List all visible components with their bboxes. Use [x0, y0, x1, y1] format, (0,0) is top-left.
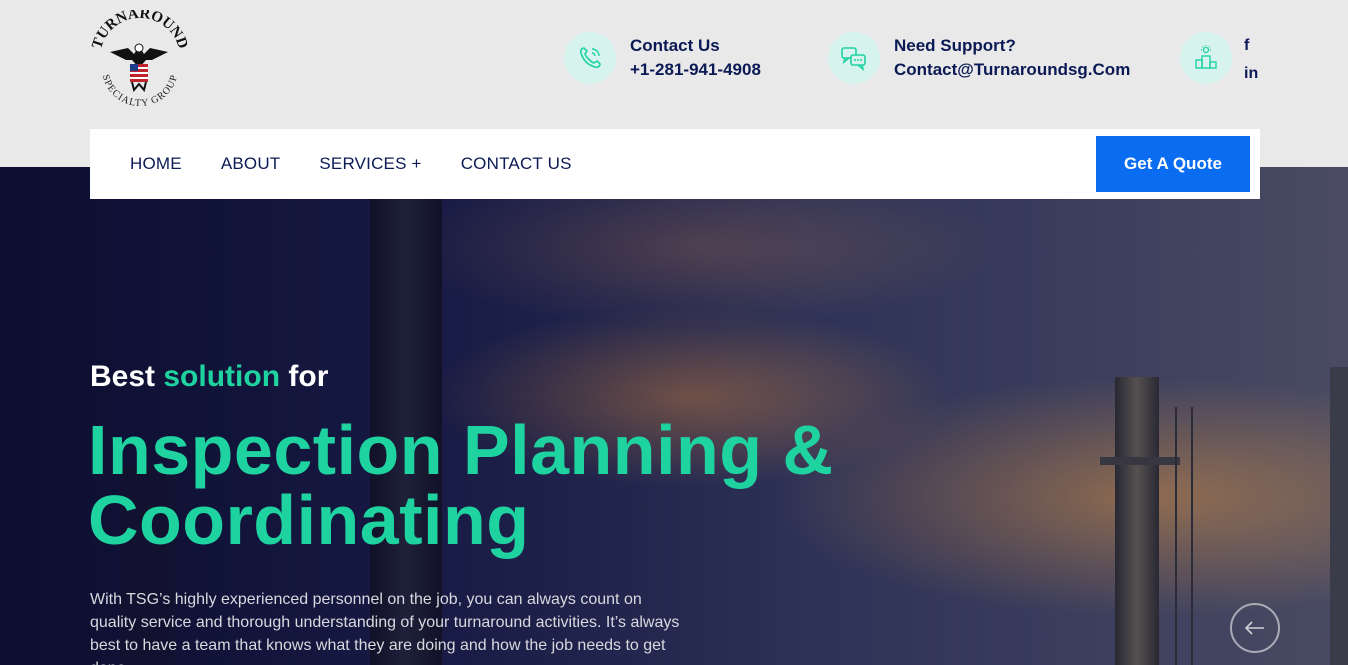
hero-banner: Best solution for Inspection Planning & … [0, 167, 1348, 665]
hero-kicker-part2: for [288, 360, 329, 393]
nav-item-about[interactable]: ABOUT [221, 154, 281, 174]
company-logo[interactable]: TURNAROUND SPECIALTY GROUP [88, 6, 191, 114]
contact-support-block[interactable]: Need Support? Contact@Turnaroundsg.Com [828, 32, 1130, 84]
contact-phone-block[interactable]: Contact Us +1-281-941-4908 [564, 32, 761, 84]
nav-item-contact-us[interactable]: CONTACT US [461, 154, 572, 174]
main-navigation: HOME ABOUT SERVICES + CONTACT US Get A Q… [90, 129, 1260, 199]
get-a-quote-button[interactable]: Get A Quote [1096, 136, 1250, 192]
contact-support-email[interactable]: Contact@Turnaroundsg.Com [894, 58, 1130, 82]
contact-phone-value[interactable]: +1-281-941-4908 [630, 58, 761, 82]
hero-kicker-part1: Best [90, 360, 156, 393]
nav-item-home[interactable]: HOME [130, 154, 182, 174]
nav-item-services[interactable]: SERVICES + [319, 154, 421, 174]
chat-icon [828, 32, 880, 84]
slider-prev-button[interactable] [1230, 603, 1280, 653]
social-links: f in [1244, 32, 1258, 88]
facebook-icon[interactable]: f [1244, 32, 1258, 60]
phone-icon [564, 32, 616, 84]
linkedin-icon[interactable]: in [1244, 60, 1258, 88]
contact-phone-label: Contact Us [630, 36, 720, 55]
hero-description: With TSG’s highly experienced personnel … [90, 591, 680, 665]
hero-headline-first: Inspection [88, 411, 463, 489]
podium-icon [1180, 32, 1232, 84]
hero-kicker-accent: solution [163, 360, 281, 393]
hero-headline: Inspection Planning & Coordinating [88, 415, 908, 555]
arrow-left-icon [1244, 621, 1264, 635]
contact-support-label: Need Support? [894, 36, 1016, 55]
hero-kicker: Best solution for [90, 360, 328, 394]
